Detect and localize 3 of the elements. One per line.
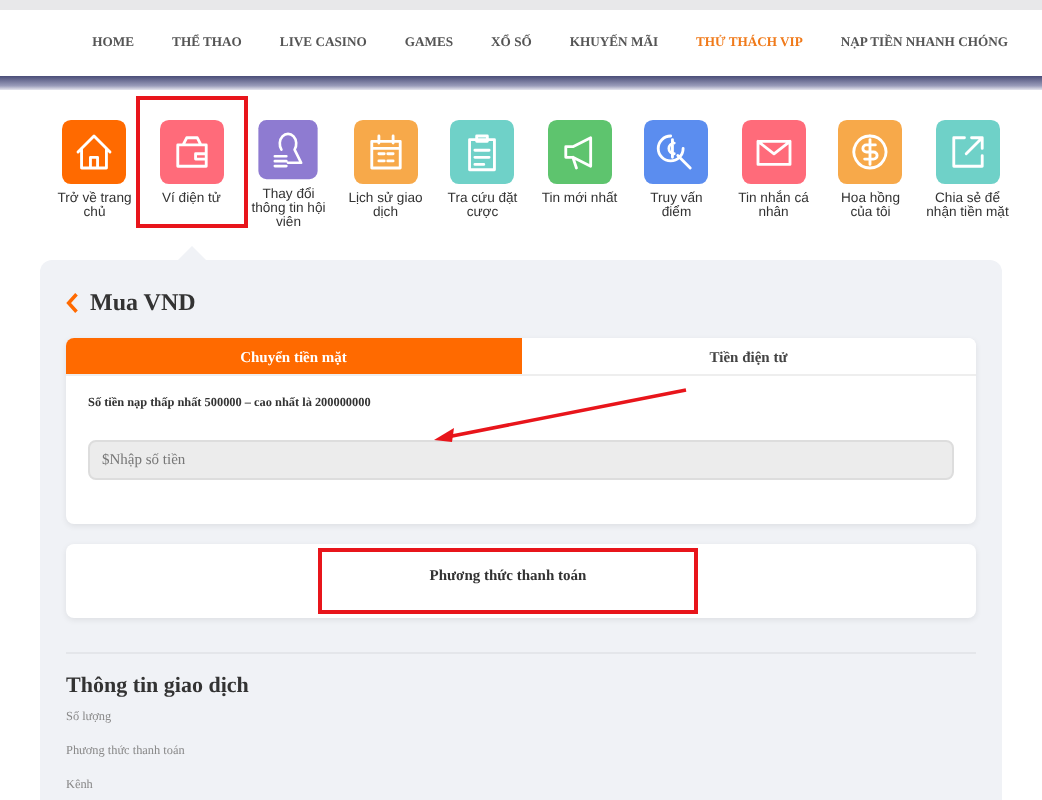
- back-chevron-icon[interactable]: [66, 292, 80, 314]
- panel-title: Mua VND: [90, 288, 196, 318]
- section-title: Thông tin giao dịch: [66, 674, 251, 698]
